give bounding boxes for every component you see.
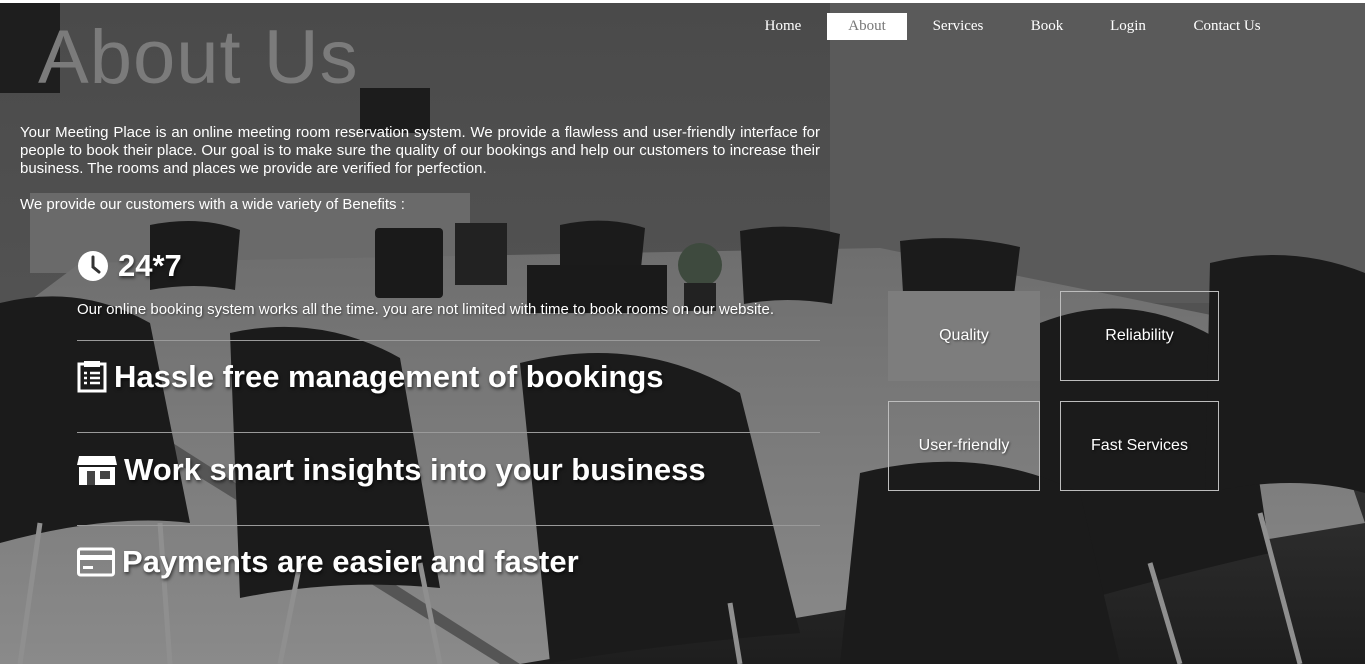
nav-login[interactable]: Login: [1095, 13, 1161, 40]
tile-user-friendly[interactable]: User-friendly: [888, 401, 1040, 491]
feature-title-text: Work smart insights into your business: [124, 452, 706, 487]
feature-title-text: 24*7: [118, 248, 182, 283]
nav-home[interactable]: Home: [750, 13, 816, 40]
feature-title: Work smart insights into your business: [77, 452, 820, 488]
feature-payments: Payments are easier and faster: [77, 544, 820, 580]
tile-fast-services[interactable]: Fast Services: [1060, 401, 1219, 491]
nav-about[interactable]: About: [827, 13, 907, 40]
feature-title-text: Hassle free management of bookings: [114, 359, 664, 394]
feature-title: Payments are easier and faster: [77, 544, 820, 580]
divider: [77, 525, 820, 526]
feature-title: 24*7: [77, 248, 820, 284]
store-icon: [77, 453, 117, 487]
tile-reliability[interactable]: Reliability: [1060, 291, 1219, 381]
feature-description: Our online booking system works all the …: [77, 301, 774, 318]
clock-icon: [77, 249, 111, 283]
nav-services[interactable]: Services: [920, 13, 996, 40]
feature-title-text: Payments are easier and faster: [122, 544, 579, 579]
nav-contact-us[interactable]: Contact Us: [1180, 13, 1274, 40]
page-title: About Us: [38, 15, 359, 100]
divider: [77, 340, 820, 341]
credit-card-icon: [77, 546, 115, 578]
intro-paragraph: Your Meeting Place is an online meeting …: [20, 124, 820, 177]
feature-hassle-free: Hassle free management of bookings: [77, 359, 820, 395]
divider: [77, 432, 820, 433]
feature-title: Hassle free management of bookings: [77, 359, 820, 395]
feature-work-smart: Work smart insights into your business: [77, 452, 820, 488]
benefits-intro: We provide our customers with a wide var…: [20, 196, 405, 213]
checklist-icon: [77, 361, 107, 393]
tile-quality[interactable]: Quality: [888, 291, 1040, 381]
feature-24x7: 24*7 Our online booking system works all…: [77, 248, 820, 318]
nav-book[interactable]: Book: [1016, 13, 1078, 40]
